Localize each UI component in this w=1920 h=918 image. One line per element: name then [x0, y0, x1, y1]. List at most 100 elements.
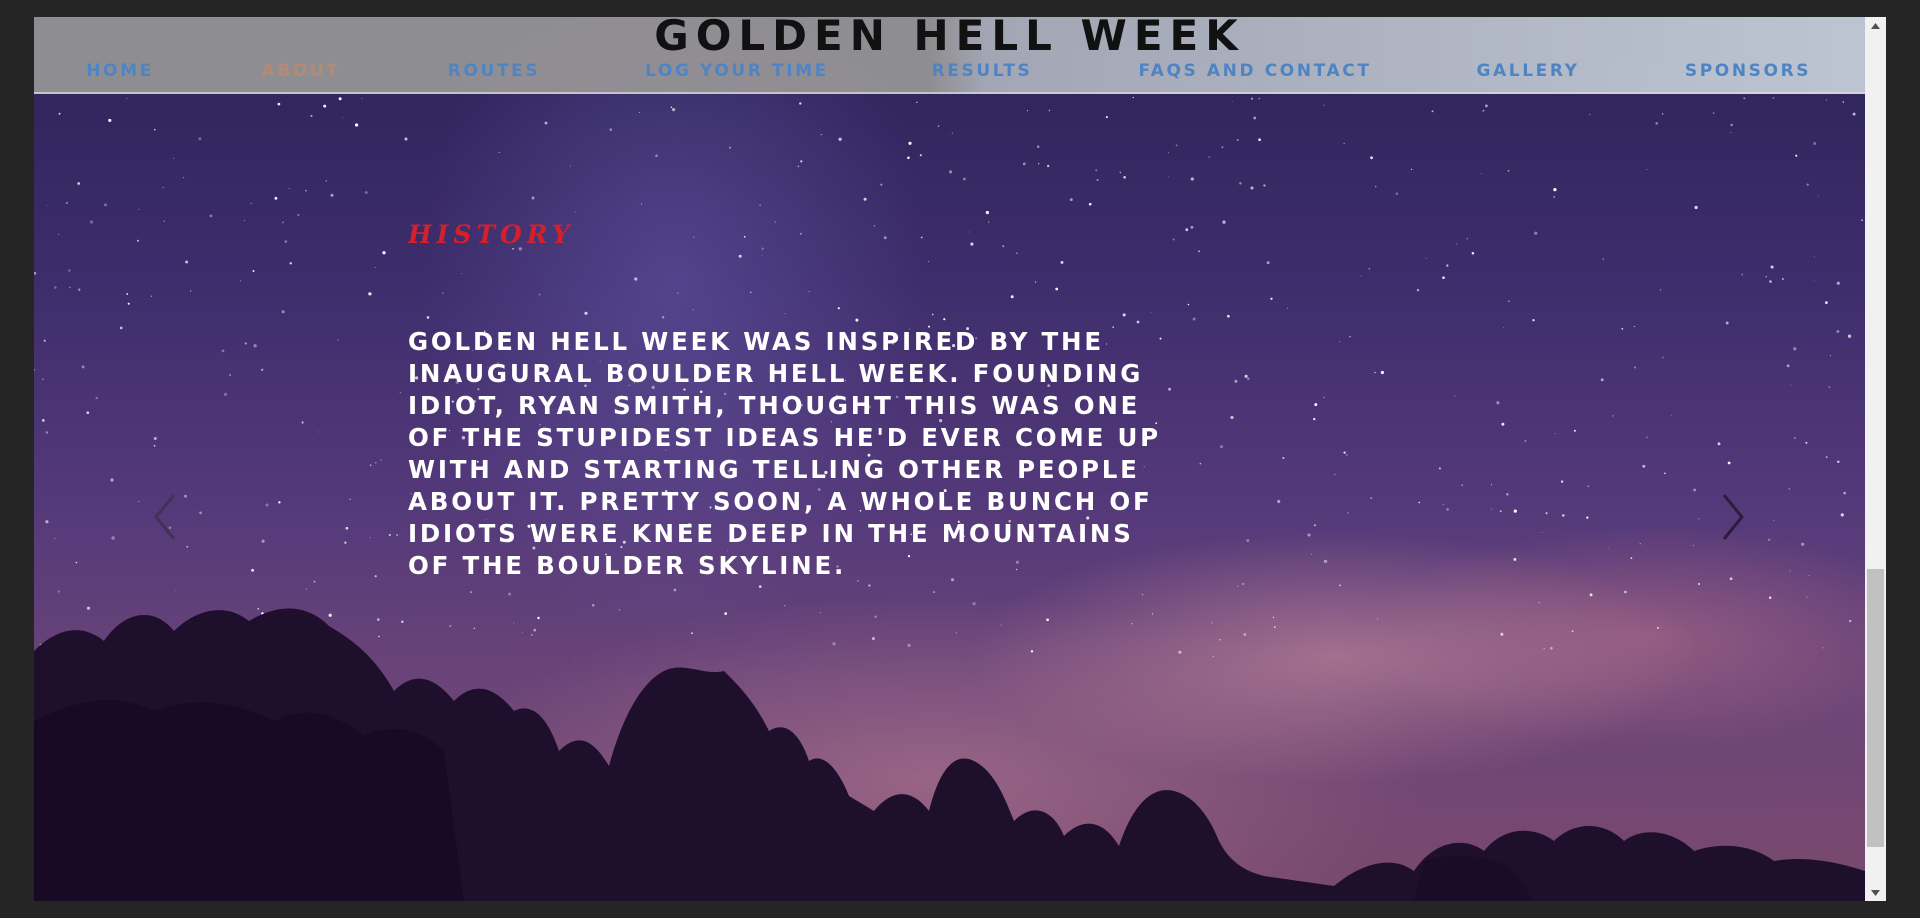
scroll-up-button[interactable]: [1865, 17, 1886, 34]
star: [797, 165, 800, 167]
star: [1230, 415, 1234, 420]
star: [136, 239, 140, 242]
slide-prev-button[interactable]: [146, 487, 186, 547]
star: [837, 307, 840, 310]
star: [838, 137, 842, 141]
star: [77, 182, 81, 185]
nav-item-about[interactable]: ABOUT: [262, 61, 341, 81]
star: [1236, 138, 1239, 141]
star: [1560, 480, 1564, 483]
star: [1534, 231, 1538, 235]
star: [907, 156, 910, 160]
star: [278, 501, 281, 504]
star: [1852, 112, 1856, 116]
star: [855, 318, 859, 322]
star: [301, 421, 304, 424]
star: [396, 534, 398, 536]
site-title[interactable]: GOLDEN HELL WEEK: [34, 17, 1865, 60]
star: [1038, 163, 1040, 165]
star: [967, 231, 969, 233]
star: [251, 568, 255, 572]
nav-item-sponsors[interactable]: SPONSORS: [1685, 61, 1811, 81]
star: [1499, 510, 1502, 513]
star: [1507, 169, 1510, 172]
star: [1813, 280, 1815, 282]
star: [388, 533, 391, 537]
star: [1600, 378, 1604, 382]
star: [1670, 414, 1672, 416]
star: [1664, 472, 1666, 475]
star: [1553, 196, 1556, 198]
star: [186, 545, 189, 548]
star: [1418, 501, 1421, 504]
star: [1808, 575, 1810, 576]
star: [162, 186, 164, 188]
star: [1258, 97, 1260, 100]
nav-item-results[interactable]: RESULTS: [932, 61, 1033, 81]
star: [1185, 228, 1189, 232]
star: [774, 221, 777, 223]
star: [138, 500, 140, 503]
star: [1247, 377, 1250, 380]
star: [738, 254, 742, 258]
star: [531, 196, 535, 200]
star: [442, 292, 444, 294]
star: [743, 235, 746, 238]
star: [1770, 265, 1774, 269]
star: [868, 584, 871, 587]
star: [1769, 280, 1772, 283]
star: [153, 436, 157, 441]
star: [1586, 516, 1589, 519]
star: [153, 128, 156, 131]
site-header: GOLDEN HELL WEEK HOME ABOUT ROUTES LOG Y…: [34, 17, 1865, 94]
nav-item-log-your-time[interactable]: LOG YOUR TIME: [645, 61, 829, 81]
star: [58, 112, 61, 115]
star: [1768, 538, 1771, 541]
star: [344, 541, 347, 544]
star: [361, 97, 363, 99]
nav-item-faqs-and-contact[interactable]: FAQS AND CONTACT: [1138, 61, 1371, 81]
slide-next-button[interactable]: [1712, 487, 1752, 547]
star: [1480, 172, 1483, 175]
scroll-down-button[interactable]: [1865, 884, 1886, 901]
star: [1806, 183, 1809, 186]
star: [1199, 463, 1201, 465]
star: [399, 391, 402, 394]
star: [1323, 559, 1328, 564]
star: [253, 344, 257, 348]
star: [153, 445, 156, 447]
star: [1773, 519, 1775, 521]
star: [89, 220, 94, 224]
star: [1659, 289, 1662, 291]
star: [692, 236, 695, 239]
star: [265, 503, 269, 507]
page-scrollbar[interactable]: [1865, 17, 1886, 901]
star: [1661, 112, 1664, 115]
star: [138, 208, 140, 210]
star: [1069, 198, 1073, 202]
star: [928, 260, 930, 262]
nav-item-home[interactable]: HOME: [86, 61, 154, 81]
star: [43, 339, 46, 342]
nav-item-gallery[interactable]: GALLERY: [1476, 61, 1579, 81]
star: [243, 219, 245, 221]
caret-down-icon: [1871, 889, 1880, 896]
star: [1096, 178, 1099, 182]
star: [1633, 366, 1637, 369]
star: [1339, 584, 1341, 587]
star: [198, 137, 202, 141]
star: [1416, 288, 1420, 292]
star: [1060, 260, 1064, 264]
scrollbar-thumb[interactable]: [1867, 569, 1884, 847]
star: [1431, 110, 1434, 113]
star: [1485, 104, 1488, 108]
star: [569, 165, 571, 167]
nav-item-routes[interactable]: ROUTES: [448, 61, 540, 81]
star: [1554, 432, 1556, 434]
star: [57, 590, 60, 593]
star: [368, 292, 372, 296]
star: [282, 221, 284, 224]
star: [404, 137, 408, 141]
star: [799, 102, 802, 105]
star: [1693, 544, 1694, 546]
